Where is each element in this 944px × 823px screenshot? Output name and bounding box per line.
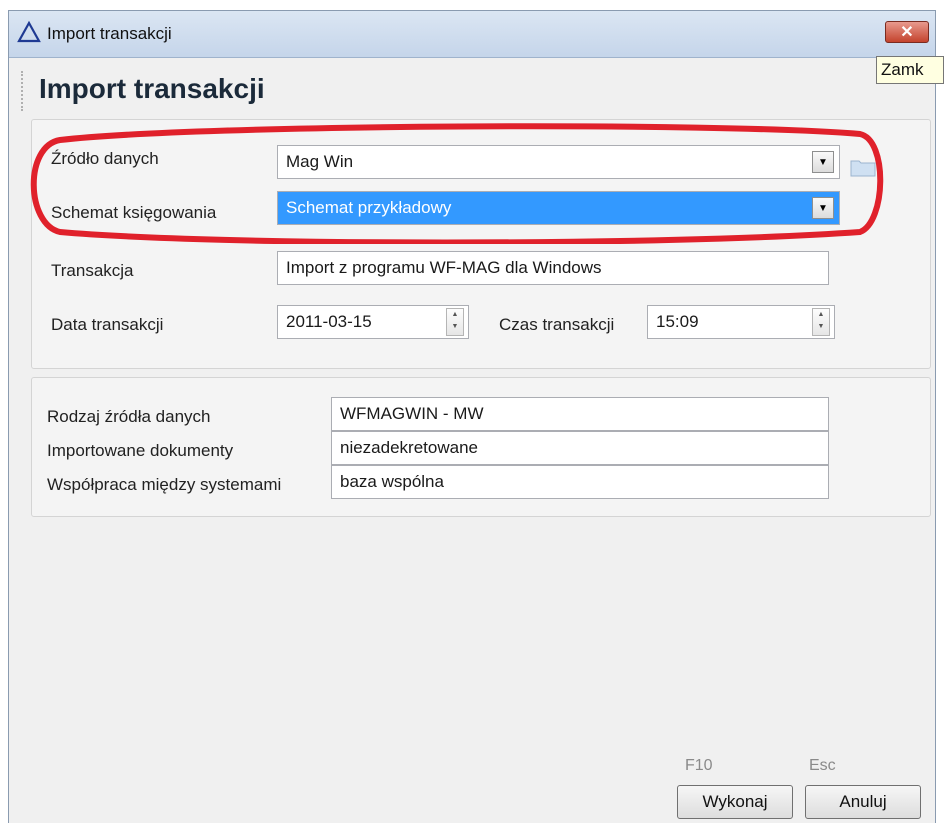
execute-button-label: Wykonaj — [702, 792, 768, 811]
documents-field: niezadekretowane — [331, 431, 829, 465]
source-select-value: Mag Win — [286, 152, 354, 171]
cooperation-field: baza wspólna — [331, 465, 829, 499]
date-field[interactable]: 2011-03-15 ▲ ▼ — [277, 305, 469, 339]
transaction-field[interactable]: Import z programu WF-MAG dla Windows — [277, 251, 829, 285]
scheme-select[interactable]: Schemat przykładowy ▼ — [277, 191, 840, 225]
execute-shortcut-hint: F10 — [685, 757, 713, 774]
source-type-field: WFMAGWIN - MW — [331, 397, 829, 431]
import-dialog: Import transakcji ✕ Import transakcji Źr… — [8, 10, 936, 823]
scheme-label: Schemat księgowania — [51, 203, 217, 222]
time-value: 15:09 — [656, 312, 699, 331]
transaction-label: Transakcja — [51, 261, 134, 280]
documents-label: Importowane dokumenty — [47, 441, 234, 460]
scheme-dropdown-button[interactable]: ▼ — [812, 197, 834, 219]
close-icon: ✕ — [900, 24, 914, 41]
cancel-button-label: Anuluj — [839, 792, 887, 811]
cancel-shortcut-hint: Esc — [809, 757, 836, 774]
folder-icon[interactable] — [850, 157, 876, 177]
time-label: Czas transakcji — [499, 315, 615, 334]
source-select[interactable]: Mag Win ▼ — [277, 145, 840, 179]
close-button[interactable]: ✕ — [885, 21, 929, 43]
cancel-button[interactable]: Anuluj — [805, 785, 921, 819]
source-label: Źródło danych — [51, 149, 159, 168]
cooperation-label: Współpraca między systemami — [47, 475, 282, 494]
date-spinner[interactable]: ▲ ▼ — [446, 308, 464, 336]
spin-arrows-icon: ▲ ▼ — [817, 311, 825, 330]
scheme-select-value: Schemat przykładowy — [286, 198, 452, 217]
date-value: 2011-03-15 — [286, 312, 372, 331]
execute-button[interactable]: Wykonaj — [677, 785, 793, 819]
page-title: Import transakcji — [39, 73, 265, 104]
date-label: Data transakcji — [51, 315, 164, 334]
close-tooltip: Zamk — [876, 56, 944, 84]
chevron-down-icon: ▼ — [818, 202, 828, 214]
source-type-label: Rodzaj źródła danych — [47, 407, 211, 426]
window-title: Import transakcji — [47, 24, 172, 43]
title-bar[interactable]: Import transakcji ✕ — [9, 11, 935, 58]
header-grip — [21, 71, 27, 111]
warning-triangle-icon — [17, 20, 41, 43]
source-dropdown-button[interactable]: ▼ — [812, 151, 834, 173]
chevron-down-icon: ▼ — [818, 156, 828, 168]
time-field[interactable]: 15:09 ▲ ▼ — [647, 305, 835, 339]
time-spinner[interactable]: ▲ ▼ — [812, 308, 830, 336]
spin-arrows-icon: ▲ ▼ — [451, 311, 459, 330]
